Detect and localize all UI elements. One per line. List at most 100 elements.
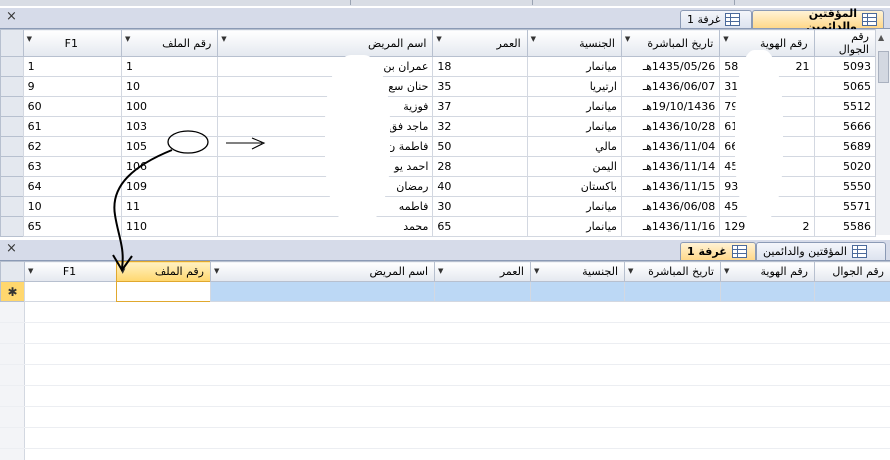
dropdown-arrow-icon[interactable]: ▼ <box>221 35 226 43</box>
select-all-corner[interactable] <box>0 261 25 282</box>
table-row[interactable]: 5586 2 129 1436/11/16هـ ميانمار 65 محمد 110 65 <box>0 216 877 237</box>
record-selector[interactable] <box>0 216 24 237</box>
cell-f1[interactable]: 60 <box>22 96 122 117</box>
tab-room-1[interactable]: غرفة 1 <box>680 10 752 28</box>
col-f1[interactable]: F1 ▼ <box>22 29 122 57</box>
cell-nationality[interactable]: ميانمار <box>526 116 622 137</box>
col-nationality[interactable]: الجنسية ▼ <box>526 29 622 57</box>
scroll-up-icon[interactable]: ▲ <box>878 33 884 42</box>
record-selector[interactable] <box>0 56 24 77</box>
col-mobile[interactable]: رقم الجوال <box>814 261 890 282</box>
cell-nationality[interactable]: ميانمار <box>526 56 622 77</box>
dropdown-arrow-icon[interactable]: ▼ <box>436 35 441 43</box>
cell-nationality[interactable]: ميانمار <box>526 196 622 217</box>
dropdown-arrow-icon[interactable]: ▼ <box>723 35 728 43</box>
cell-f1[interactable]: 64 <box>22 176 122 197</box>
cell-file-number[interactable] <box>116 281 211 302</box>
dropdown-arrow-icon[interactable]: ▼ <box>724 267 729 275</box>
cell-age[interactable]: 40 <box>432 176 528 197</box>
cell-age[interactable]: 37 <box>432 96 528 117</box>
record-selector[interactable] <box>0 136 24 157</box>
cell-file-number[interactable]: 105 <box>120 136 219 157</box>
new-record-icon[interactable]: ✱ <box>0 281 25 302</box>
cell-start-date[interactable]: 1435/05/26هـ <box>620 56 721 77</box>
cell-start-date[interactable]: 19/10/1436هـ <box>620 96 721 117</box>
record-selector[interactable] <box>0 196 24 217</box>
cell-start-date[interactable]: 1436/11/15هـ <box>620 176 721 197</box>
cell-patient-name[interactable]: محمد <box>217 216 434 237</box>
cell-age[interactable]: 65 <box>432 216 528 237</box>
cell-age[interactable]: 50 <box>432 136 528 157</box>
vertical-scrollbar[interactable]: ▲ <box>875 29 890 235</box>
cell-patient-name[interactable]: رمضان <box>217 176 434 197</box>
col-start-date[interactable]: تاريخ المباشرة ▼ <box>620 29 721 57</box>
cell-patient-name[interactable] <box>210 281 435 302</box>
cell-age[interactable]: 35 <box>432 76 528 97</box>
cell-start-date[interactable]: 1436/10/28هـ <box>620 116 721 137</box>
dropdown-arrow-icon[interactable]: ▼ <box>27 35 32 43</box>
cell-nationality[interactable] <box>530 281 625 302</box>
cell-mobile[interactable]: 5550 <box>813 176 877 197</box>
cell-f1[interactable]: 65 <box>22 216 122 237</box>
col-f1[interactable]: F1 ▼ <box>24 261 117 282</box>
cell-mobile[interactable]: 5512 <box>813 96 877 117</box>
cell-start-date[interactable]: 1436/06/08هـ <box>620 196 721 217</box>
dropdown-arrow-icon[interactable]: ▼ <box>125 35 130 43</box>
col-patient-name[interactable]: اسم المريض ▼ <box>217 29 434 57</box>
cell-age[interactable]: 18 <box>432 56 528 77</box>
tab-room-1[interactable]: غرفة 1 <box>680 242 756 260</box>
cell-file-number[interactable]: 10 <box>120 76 219 97</box>
cell-f1[interactable]: 62 <box>22 136 122 157</box>
dropdown-arrow-icon[interactable]: ▼ <box>628 267 633 275</box>
cell-mobile[interactable]: 5666 <box>813 116 877 137</box>
dropdown-arrow-icon[interactable]: ▼ <box>214 267 219 275</box>
cell-mobile[interactable]: 5689 <box>813 136 877 157</box>
col-file-number[interactable]: رقم الملف ▼ <box>116 261 211 282</box>
cell-nationality[interactable]: ميانمار <box>526 96 622 117</box>
col-file-number[interactable]: رقم الملف ▼ <box>120 29 219 57</box>
cell-file-number[interactable]: 1 <box>120 56 219 77</box>
cell-f1[interactable]: 9 <box>22 76 122 97</box>
cell-age[interactable] <box>434 281 531 302</box>
cell-start-date[interactable]: 1436/06/07هـ <box>620 76 721 97</box>
cell-mobile[interactable]: 5065 <box>813 76 877 97</box>
scroll-thumb[interactable] <box>878 51 889 83</box>
dropdown-arrow-icon[interactable]: ▼ <box>438 267 443 275</box>
cell-nationality[interactable]: ارتيريا <box>526 76 622 97</box>
cell-patient-name[interactable]: عمران بن <box>217 56 434 77</box>
cell-f1[interactable]: 63 <box>22 156 122 177</box>
cell-mobile[interactable]: 5586 <box>813 216 877 237</box>
record-selector[interactable] <box>0 156 24 177</box>
close-icon[interactable]: × <box>6 242 17 256</box>
record-selector[interactable] <box>0 96 24 117</box>
cell-f1[interactable] <box>24 281 117 302</box>
dropdown-arrow-icon[interactable]: ▼ <box>120 267 125 275</box>
cell-mobile[interactable]: 5020 <box>813 156 877 177</box>
cell-f1[interactable]: 10 <box>22 196 122 217</box>
dropdown-arrow-icon[interactable]: ▼ <box>28 267 33 275</box>
col-mobile[interactable]: رقم الجوال <box>813 29 877 57</box>
close-icon[interactable]: × <box>6 10 17 24</box>
cell-mobile[interactable]: 5093 <box>813 56 877 77</box>
cell-patient-name[interactable]: حنان سع <box>217 76 434 97</box>
cell-age[interactable]: 30 <box>432 196 528 217</box>
cell-file-number[interactable]: 103 <box>120 116 219 137</box>
col-id[interactable]: رقم الهوية ▼ <box>720 261 815 282</box>
cell-start-date[interactable]: 1436/11/16هـ <box>620 216 721 237</box>
col-nationality[interactable]: الجنسية ▼ <box>530 261 625 282</box>
record-selector[interactable] <box>0 76 24 97</box>
cell-nationality[interactable]: مالي <box>526 136 622 157</box>
cell-id[interactable] <box>720 281 815 302</box>
cell-start-date[interactable] <box>624 281 721 302</box>
cell-file-number[interactable]: 11 <box>120 196 219 217</box>
cell-nationality[interactable]: باكستان <box>526 176 622 197</box>
cell-file-number[interactable]: 106 <box>120 156 219 177</box>
record-selector[interactable] <box>0 176 24 197</box>
dropdown-arrow-icon[interactable]: ▼ <box>534 267 539 275</box>
cell-file-number[interactable]: 100 <box>120 96 219 117</box>
col-start-date[interactable]: تاريخ المباشرة ▼ <box>624 261 721 282</box>
record-selector[interactable] <box>0 116 24 137</box>
new-record-row[interactable]: ✱ <box>0 281 890 302</box>
col-age[interactable]: العمر ▼ <box>434 261 531 282</box>
tab-temp-permanent[interactable]: المؤقتين والدائمين <box>752 7 884 33</box>
